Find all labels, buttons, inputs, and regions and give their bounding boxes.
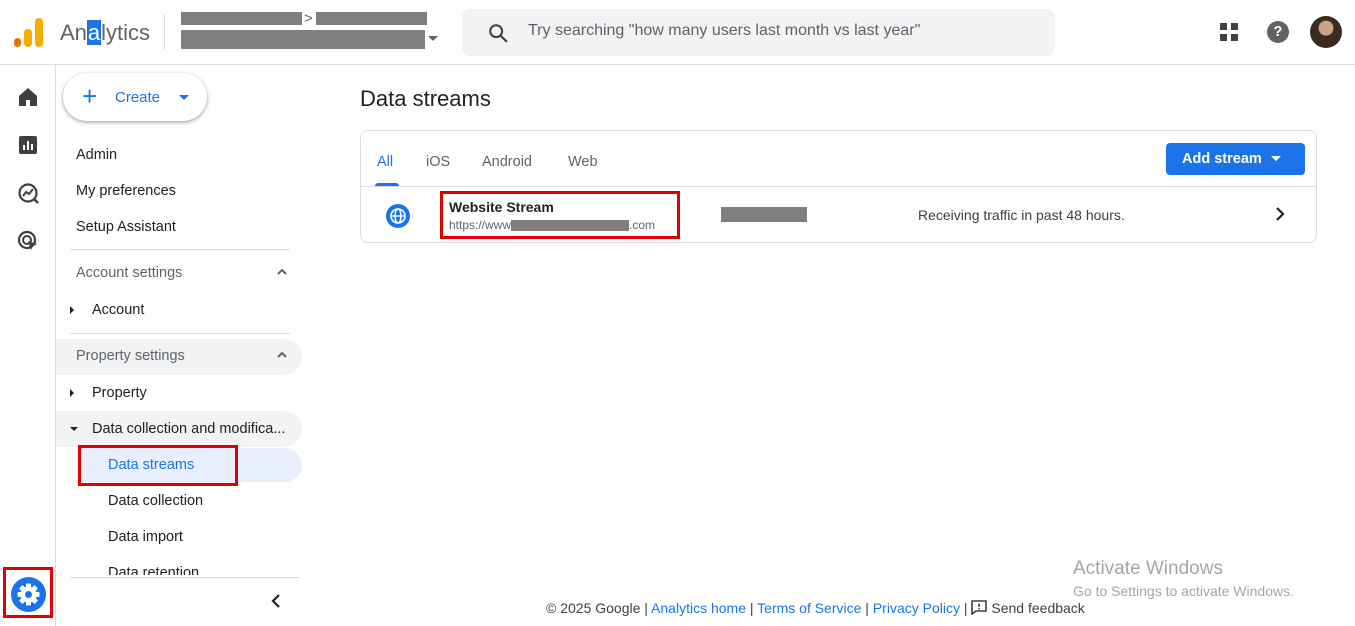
footer-separator: |	[644, 600, 648, 616]
chevron-up-icon	[277, 268, 287, 275]
footer: © 2025 Google | Analytics home | Terms o…	[546, 600, 1085, 616]
plus-icon: +	[82, 81, 98, 111]
apps-grid-icon[interactable]	[1220, 23, 1240, 43]
create-button-label: Create	[115, 89, 161, 106]
stream-status: Receiving traffic in past 48 hours.	[918, 207, 1125, 223]
nav-item-data-collection-and-modification[interactable]: Data collection and modifica...	[92, 421, 285, 437]
chevron-up-icon	[277, 351, 287, 358]
app-title: Analytics	[60, 20, 150, 46]
reports-icon[interactable]	[16, 133, 40, 157]
search-icon	[489, 24, 508, 43]
data-streams-highlight-box	[78, 445, 238, 486]
caret-down-icon	[179, 95, 189, 100]
title-divider	[164, 14, 165, 50]
search-bar[interactable]	[462, 9, 1055, 56]
breadcrumb-separator: >	[304, 10, 313, 27]
website-stream-highlight-box	[440, 191, 680, 239]
footer-separator: |	[749, 600, 754, 616]
privacy-policy-link[interactable]: Privacy Policy	[873, 600, 960, 616]
avatar[interactable]	[1310, 16, 1342, 48]
collapse-nav-chevron-left-icon[interactable]	[270, 593, 282, 609]
nav-item-my-preferences[interactable]: My preferences	[76, 183, 176, 199]
nav-item-account[interactable]: Account	[92, 302, 144, 318]
globe-icon	[386, 204, 410, 228]
top-bar: Analytics > ?	[0, 0, 1355, 65]
activate-windows-subtitle: Go to Settings to activate Windows.	[1073, 583, 1294, 599]
caret-down-icon	[1271, 156, 1281, 161]
expand-arrow-icon[interactable]	[70, 389, 74, 397]
help-icon[interactable]: ?	[1267, 21, 1289, 43]
chevron-right-icon[interactable]	[1274, 205, 1286, 223]
nav-divider	[70, 249, 290, 250]
advertising-icon[interactable]	[16, 229, 40, 253]
settings-highlight-box	[3, 567, 53, 618]
feedback-icon	[971, 600, 988, 615]
terms-of-service-link[interactable]: Terms of Service	[757, 600, 861, 616]
send-feedback-link[interactable]: Send feedback	[971, 600, 1085, 616]
page-title: Data streams	[360, 86, 491, 111]
tab-web[interactable]: Web	[568, 154, 598, 170]
expand-arrow-icon[interactable]	[70, 306, 74, 314]
nav-item-admin[interactable]: Admin	[76, 147, 117, 163]
property-selector-redacted[interactable]	[181, 30, 425, 49]
nav-divider	[70, 577, 300, 578]
send-feedback-label: Send feedback	[991, 600, 1085, 616]
nav-item-data-collection[interactable]: Data collection	[108, 493, 203, 509]
add-stream-label: Add stream	[1182, 151, 1262, 167]
admin-side-nav: + Create Admin My preferences Setup Assi…	[56, 65, 304, 626]
nav-item-data-import[interactable]: Data import	[108, 529, 183, 545]
search-input[interactable]	[526, 21, 1040, 41]
footer-copyright: © 2025 Google	[546, 600, 641, 616]
collapse-arrow-icon[interactable]	[70, 427, 78, 431]
footer-separator: |	[865, 600, 869, 616]
tab-android[interactable]: Android	[482, 154, 532, 170]
account-name-redacted[interactable]	[181, 12, 302, 25]
home-icon[interactable]	[16, 85, 40, 109]
nav-divider	[70, 333, 290, 334]
property-settings-label: Property settings	[76, 348, 185, 364]
create-button[interactable]: + Create	[63, 73, 207, 121]
account-settings-header[interactable]: Account settings	[56, 256, 302, 292]
stream-id-redacted	[721, 207, 807, 222]
nav-item-data-retention-clipped[interactable]: Data retention	[108, 564, 199, 575]
footer-separator: |	[963, 600, 968, 616]
account-settings-label: Account settings	[76, 265, 183, 281]
tab-ios[interactable]: iOS	[426, 154, 450, 170]
property-settings-header[interactable]: Property settings	[56, 339, 302, 375]
app-title-text: Analytics	[60, 20, 151, 45]
nav-item-property[interactable]: Property	[92, 385, 147, 401]
property-selector-chevron-down-icon[interactable]	[428, 36, 438, 41]
app-title-selection: a	[86, 20, 102, 45]
nav-item-setup-assistant[interactable]: Setup Assistant	[76, 219, 176, 235]
analytics-home-link[interactable]: Analytics home	[651, 600, 746, 616]
activate-windows-title: Activate Windows	[1073, 558, 1223, 579]
add-stream-button[interactable]: Add stream	[1166, 143, 1305, 175]
property-name-redacted[interactable]	[316, 12, 427, 25]
tab-all[interactable]: All	[377, 154, 393, 170]
nav-item-data-retention: Data retention	[108, 565, 200, 575]
explore-icon[interactable]	[16, 181, 40, 205]
analytics-logo-icon[interactable]	[14, 18, 44, 48]
